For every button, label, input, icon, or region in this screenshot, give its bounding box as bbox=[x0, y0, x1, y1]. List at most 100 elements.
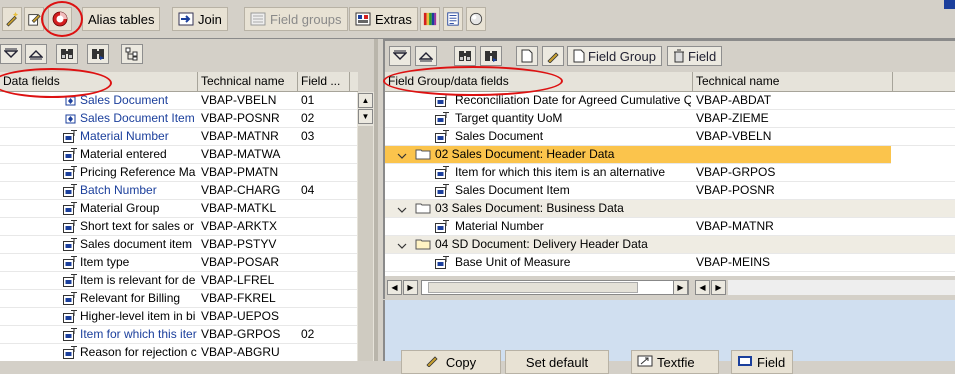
textfield-button[interactable]: Textfie bbox=[631, 350, 719, 374]
delete-field-button[interactable]: Field bbox=[667, 46, 723, 66]
right-header: Field Group/data fields Technical name bbox=[385, 72, 955, 92]
scroll-right-icon[interactable]: ▶ bbox=[711, 280, 726, 295]
hierarchy-icon[interactable] bbox=[121, 44, 143, 64]
list-document-icon[interactable] bbox=[443, 7, 463, 31]
horizontal-scrollbar-tree[interactable] bbox=[421, 280, 689, 295]
list-item[interactable]: Material entered VBAP-MATWA bbox=[0, 146, 357, 164]
field-description: Material entered bbox=[80, 147, 167, 161]
expand-all-icon[interactable] bbox=[0, 44, 22, 64]
column-header-field-group-data-fields[interactable]: Field Group/data fields bbox=[385, 72, 693, 92]
field-icon bbox=[63, 202, 78, 215]
find-next-icon[interactable] bbox=[87, 44, 109, 64]
horizontal-scrollbar-technical[interactable] bbox=[728, 280, 955, 295]
copy-button[interactable]: Copy bbox=[401, 350, 501, 374]
field-group-number bbox=[301, 218, 346, 236]
left-vertical-scrollbar[interactable]: ▲ ▼ bbox=[357, 92, 374, 361]
collapse-all-icon[interactable] bbox=[25, 44, 47, 64]
alias-tables-button[interactable]: Alias tables bbox=[82, 7, 161, 31]
graphic-chart-icon[interactable] bbox=[48, 7, 72, 31]
scroll-thumb[interactable] bbox=[428, 282, 638, 293]
alias-tables-label: Alias tables bbox=[88, 11, 155, 27]
field-button[interactable]: Field bbox=[731, 350, 793, 374]
expand-all-icon[interactable] bbox=[389, 46, 411, 66]
chevron-down-icon[interactable] bbox=[397, 240, 412, 253]
chevron-down-icon[interactable] bbox=[397, 150, 412, 163]
tree-folder-node[interactable]: 02 Sales Document: Header Data bbox=[385, 146, 891, 164]
field-icon bbox=[63, 220, 78, 233]
data-fields-list: Sales Document VBAP-VBELN 01 Sales Document… bbox=[0, 92, 357, 361]
list-item[interactable]: Item for which this iter VBAP-GRPOS 02 bbox=[0, 326, 357, 344]
tree-field-node[interactable]: Reconciliation Date for Agreed Cumulativ… bbox=[385, 92, 955, 110]
list-item[interactable]: Short text for sales or VBAP-ARKTX bbox=[0, 218, 357, 236]
globe-icon[interactable] bbox=[466, 7, 486, 31]
field-description: Pricing Reference Ma bbox=[80, 165, 196, 179]
list-item[interactable]: Item type VBAP-POSAR bbox=[0, 254, 357, 272]
list-item[interactable]: Higher-level item in bi VBAP-UEPOS bbox=[0, 308, 357, 326]
field-description: Sales Document bbox=[455, 129, 544, 143]
column-header-data-fields[interactable]: Data fields bbox=[0, 72, 198, 92]
field-group-name: 02 Sales Document: Header Data bbox=[435, 147, 615, 161]
field-group-number bbox=[301, 272, 346, 290]
technical-name: VBAP-ABGRU bbox=[201, 345, 280, 359]
field-description: Material Number bbox=[80, 129, 169, 143]
tree-field-node[interactable]: Sales Document Item VBAP-POSNR bbox=[385, 182, 955, 200]
tree-field-node[interactable]: Sales Document VBAP-VBELN bbox=[385, 128, 955, 146]
tree-folder-node[interactable]: 03 Sales Document: Business Data bbox=[385, 200, 955, 218]
left-pane: Data fields Technical name Field ... Sal… bbox=[0, 39, 378, 361]
list-item[interactable]: Sales document item VBAP-PSTYV bbox=[0, 236, 357, 254]
scroll-left-icon[interactable]: ◀ bbox=[387, 280, 402, 295]
list-item[interactable]: Material Group VBAP-MATKL bbox=[0, 200, 357, 218]
extras-button[interactable]: Extras bbox=[349, 7, 418, 31]
list-item[interactable]: Reason for rejection c VBAP-ABGRU bbox=[0, 344, 357, 361]
column-header-field-group[interactable]: Field ... bbox=[298, 72, 350, 92]
list-item[interactable]: Material Number VBAP-MATNR 03 bbox=[0, 128, 357, 146]
field-icon bbox=[435, 112, 450, 125]
technical-name: VBAP-LFREL bbox=[201, 273, 275, 287]
field-icon bbox=[435, 184, 450, 197]
list-item[interactable]: Item is relevant for de VBAP-LFREL bbox=[0, 272, 357, 290]
field-group-number bbox=[301, 344, 346, 361]
scroll-right-icon[interactable]: ▶ bbox=[673, 280, 688, 295]
field-groups-icon bbox=[250, 12, 266, 26]
scroll-track[interactable] bbox=[358, 126, 373, 361]
find-icon[interactable] bbox=[56, 44, 78, 64]
tree-field-node[interactable]: Item for which this item is an alternati… bbox=[385, 164, 955, 182]
find-next-icon[interactable] bbox=[480, 46, 502, 66]
pencil-icon[interactable] bbox=[542, 46, 564, 66]
new-document-icon[interactable] bbox=[516, 46, 538, 66]
field-group-button-label: Field Group bbox=[588, 48, 656, 64]
field-group-number bbox=[301, 200, 346, 218]
set-default-button[interactable]: Set default bbox=[505, 350, 609, 374]
tree-folder-node[interactable]: 04 SD Document: Delivery Header Data bbox=[385, 236, 955, 254]
find-icon[interactable] bbox=[454, 46, 476, 66]
technical-name: VBAP-UEPOS bbox=[201, 309, 280, 323]
pencil-wand-icon[interactable] bbox=[2, 7, 22, 31]
right-pane: Field Group Field Field Group/data field… bbox=[383, 39, 955, 299]
field-groups-button[interactable]: Field groups bbox=[244, 7, 348, 31]
column-header-technical-name[interactable]: Technical name bbox=[198, 72, 298, 92]
chevron-down-icon[interactable] bbox=[397, 204, 412, 217]
field-icon bbox=[737, 355, 753, 369]
tree-field-node[interactable]: Base Unit of Measure VBAP-MEINS bbox=[385, 254, 955, 272]
list-item[interactable]: Batch Number VBAP-CHARG 04 bbox=[0, 182, 357, 200]
colors-icon[interactable] bbox=[420, 7, 440, 31]
scroll-down-icon[interactable]: ▼ bbox=[358, 109, 373, 124]
field-icon bbox=[63, 256, 78, 269]
column-header-technical-name[interactable]: Technical name bbox=[693, 72, 893, 92]
field-icon bbox=[63, 184, 78, 197]
tree-field-node[interactable]: Target quantity UoM VBAP-ZIEME bbox=[385, 110, 955, 128]
new-field-group-button[interactable]: Field Group bbox=[567, 46, 662, 66]
list-item[interactable]: Sales Document Item VBAP-POSNR 02 bbox=[0, 110, 357, 128]
edit-document-icon[interactable] bbox=[24, 7, 44, 31]
scroll-up-icon[interactable]: ▲ bbox=[358, 93, 373, 108]
collapse-all-icon[interactable] bbox=[415, 46, 437, 66]
list-item[interactable]: Relevant for Billing VBAP-FKREL bbox=[0, 290, 357, 308]
scroll-left-icon[interactable]: ◀ bbox=[695, 280, 710, 295]
tree-field-node[interactable]: Material Number VBAP-MATNR bbox=[385, 218, 955, 236]
field-group-number: 02 bbox=[301, 327, 315, 341]
list-item[interactable]: Sales Document VBAP-VBELN 01 bbox=[0, 92, 357, 110]
field-description: Relevant for Billing bbox=[80, 291, 181, 305]
join-button[interactable]: Join bbox=[172, 7, 228, 31]
list-item[interactable]: Pricing Reference Ma VBAP-PMATN bbox=[0, 164, 357, 182]
scroll-right-icon[interactable]: ▶ bbox=[403, 280, 418, 295]
